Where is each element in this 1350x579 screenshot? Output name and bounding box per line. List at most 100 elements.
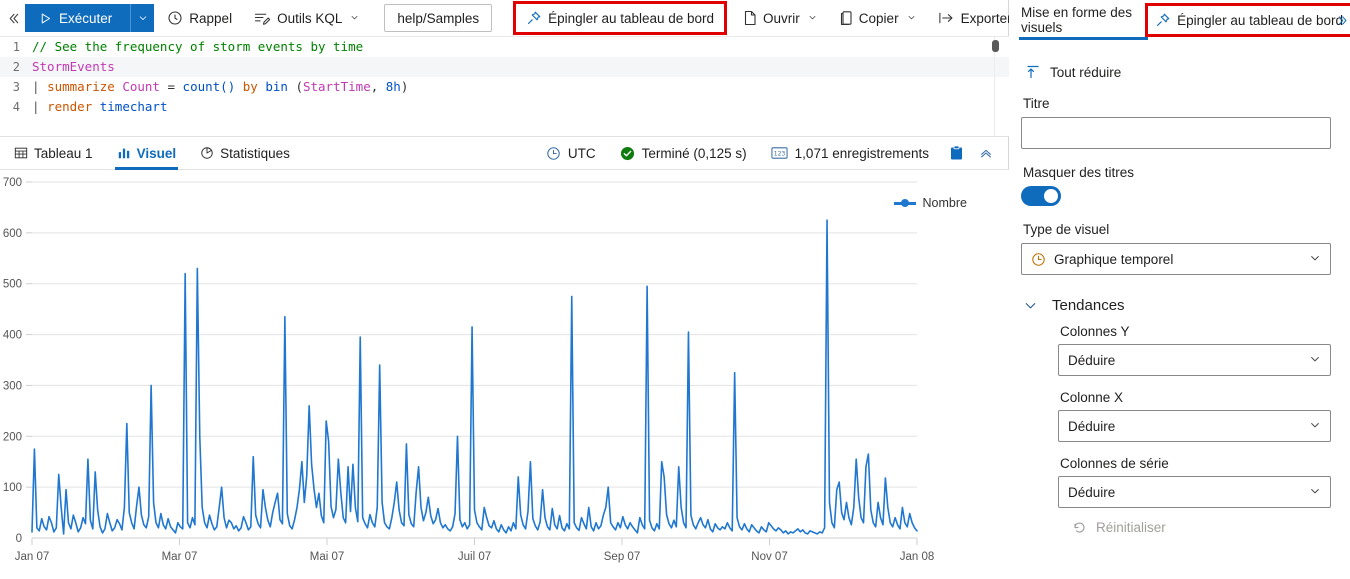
trends-section-title: Tendances — [1052, 297, 1125, 314]
x-column-label: Colonne X — [1060, 390, 1124, 405]
title-field-label: Titre — [1023, 96, 1050, 111]
panel-pin-to-dashboard-button[interactable]: Épingler au tableau de bord — [1145, 3, 1350, 37]
kql-query-editor[interactable]: 1 // See the frequency of storm events by… — [0, 36, 1009, 136]
y-axis-tick-label: 100 — [3, 482, 22, 494]
check-circle-icon — [620, 146, 635, 161]
code-lines: 1 // See the frequency of storm events by… — [0, 37, 1009, 117]
copy-label: Copier — [858, 10, 899, 26]
reset-icon — [1072, 520, 1087, 535]
y-axis-tick-label: 300 — [3, 380, 22, 392]
tab-visual-formatting[interactable]: Mise en forme des visuels — [1019, 1, 1149, 40]
x-column-select[interactable]: Déduire — [1058, 410, 1331, 442]
run-button[interactable]: Exécuter — [25, 4, 131, 32]
reset-button[interactable]: Réinitialiser — [1072, 520, 1332, 535]
timechart-svg: 0 100 200 300 400 500 600 700 Jan 07 Mar 07 Mai 07… — [3, 177, 934, 563]
series-columns-value: Déduire — [1068, 484, 1116, 500]
code-line: 4 | render timechart — [0, 97, 1009, 117]
line-number: 2 — [12, 60, 20, 74]
legend-marker — [893, 198, 916, 209]
code-text: // See the frequency of storm events by … — [32, 39, 364, 54]
y-axis-tick-label: 0 — [16, 533, 22, 545]
visual-formatting-panel: Mise en forme des visuels Épingler au ta… — [1009, 0, 1350, 576]
kql-tools-button[interactable]: Outils KQL — [245, 4, 368, 32]
collapse-all-label: Tout réduire — [1050, 64, 1122, 80]
editor-scroll-thumb[interactable] — [992, 40, 999, 52]
open-label: Ouvrir — [763, 10, 800, 26]
chevron-down-icon — [1309, 252, 1321, 267]
export-label: Exporter — [960, 10, 1012, 26]
open-button[interactable]: Ouvrir — [734, 4, 826, 32]
y-axis-tick-label: 700 — [3, 177, 22, 189]
record-count-label: 1,071 enregistrements — [794, 145, 929, 161]
chevron-down-icon — [350, 13, 359, 24]
kql-tools-icon — [254, 10, 271, 26]
collapse-all-icon — [1025, 64, 1041, 80]
database-selector[interactable]: help/Samples — [384, 4, 493, 32]
tab-statistics[interactable]: Statistiques — [190, 137, 300, 170]
results-status-group: UTC Terminé (0,125 s) 123 1,071 enregist… — [534, 139, 1009, 167]
left-pane: Exécuter Rappel Outils KQL help/Samples … — [0, 0, 1028, 576]
timechart-visual[interactable]: 0 100 200 300 400 500 600 700 Jan 07 Mar 07 Mai 07… — [0, 170, 1009, 576]
results-tabbar: Tableau 1 Visuel Statistiques UTC Termin… — [0, 136, 1009, 170]
line-number: 1 — [12, 40, 20, 54]
query-toolbar: Exécuter Rappel Outils KQL help/Samples … — [0, 0, 1028, 36]
visual-type-label: Type de visuel — [1023, 222, 1110, 237]
chart-legend[interactable]: Nombre — [893, 196, 967, 210]
clock-icon — [546, 146, 561, 161]
line-number: 4 — [12, 100, 20, 114]
timezone-indicator[interactable]: UTC — [534, 146, 608, 161]
copy-button[interactable]: Copier — [830, 4, 925, 32]
timezone-label: UTC — [567, 145, 596, 161]
pin-to-dashboard-button[interactable]: Épingler au tableau de bord — [513, 1, 728, 35]
run-button-label: Exécuter — [59, 10, 113, 26]
y-columns-select[interactable]: Déduire — [1058, 344, 1331, 376]
code-text: | summarize Count = count() by bin (Star… — [32, 79, 409, 94]
x-axis-tick-label: Mar 07 — [162, 551, 198, 563]
hide-titles-toggle[interactable] — [1021, 186, 1061, 206]
clipboard-icon[interactable] — [941, 139, 971, 167]
hide-titles-label: Masquer des titres — [1023, 165, 1135, 180]
editor-scrollbar[interactable] — [992, 37, 1005, 136]
chevron-down-icon — [1309, 353, 1321, 368]
collapse-all-button[interactable]: Tout réduire — [1025, 64, 1332, 80]
recall-label: Rappel — [189, 10, 233, 26]
trends-section-body: Colonnes Y Déduire Colonne X Déduire Col… — [1021, 324, 1332, 535]
pin-to-dashboard-label: Épingler au tableau de bord — [548, 10, 715, 26]
copy-icon — [839, 10, 853, 26]
legend-label: Nombre — [922, 196, 967, 210]
panel-body: Tout réduire Titre Masquer des titres Ty… — [1009, 40, 1350, 535]
play-icon — [39, 12, 52, 25]
y-axis-tick-label: 400 — [3, 330, 22, 342]
tab-statistics-label: Statistiques — [220, 145, 290, 161]
chevron-down-icon — [1309, 419, 1321, 434]
title-input[interactable] — [1021, 117, 1331, 149]
tab-visual[interactable]: Visuel — [107, 137, 187, 170]
x-axis-tick-label: Jan 07 — [15, 551, 50, 563]
chevron-down-icon — [1023, 298, 1038, 313]
line-number: 3 — [12, 80, 20, 94]
y-columns-label: Colonnes Y — [1060, 324, 1130, 339]
panel-pin-label: Épingler au tableau de bord — [1177, 12, 1343, 28]
visual-type-select[interactable]: Graphique temporel — [1021, 243, 1331, 275]
trends-section-header[interactable]: Tendances — [1023, 297, 1332, 314]
visual-type-value: Graphique temporel — [1054, 251, 1174, 267]
export-icon — [938, 10, 955, 26]
chevron-up-icon[interactable] — [971, 139, 1001, 167]
chevron-double-right-icon[interactable] — [1335, 14, 1348, 30]
recall-button[interactable]: Rappel — [158, 4, 241, 32]
record-count: 123 1,071 enregistrements — [759, 146, 941, 161]
pin-icon — [1155, 12, 1171, 28]
chevron-down-icon — [1309, 485, 1321, 500]
x-axis-tick-label: Juil 07 — [458, 551, 491, 563]
query-status-label: Terminé (0,125 s) — [641, 145, 747, 161]
panel-header: Mise en forme des visuels Épingler au ta… — [1009, 0, 1350, 40]
pin-icon — [526, 10, 542, 26]
chevron-double-left-icon[interactable] — [6, 4, 21, 32]
series-columns-select[interactable]: Déduire — [1058, 476, 1331, 508]
run-options-caret[interactable] — [130, 4, 155, 32]
tab-table-label: Tableau 1 — [34, 145, 93, 161]
toggle-knob — [1044, 189, 1058, 203]
tab-table[interactable]: Tableau 1 — [4, 137, 103, 170]
tab-visual-label: Visuel — [136, 145, 177, 161]
y-axis-tick-label: 500 — [3, 279, 22, 291]
